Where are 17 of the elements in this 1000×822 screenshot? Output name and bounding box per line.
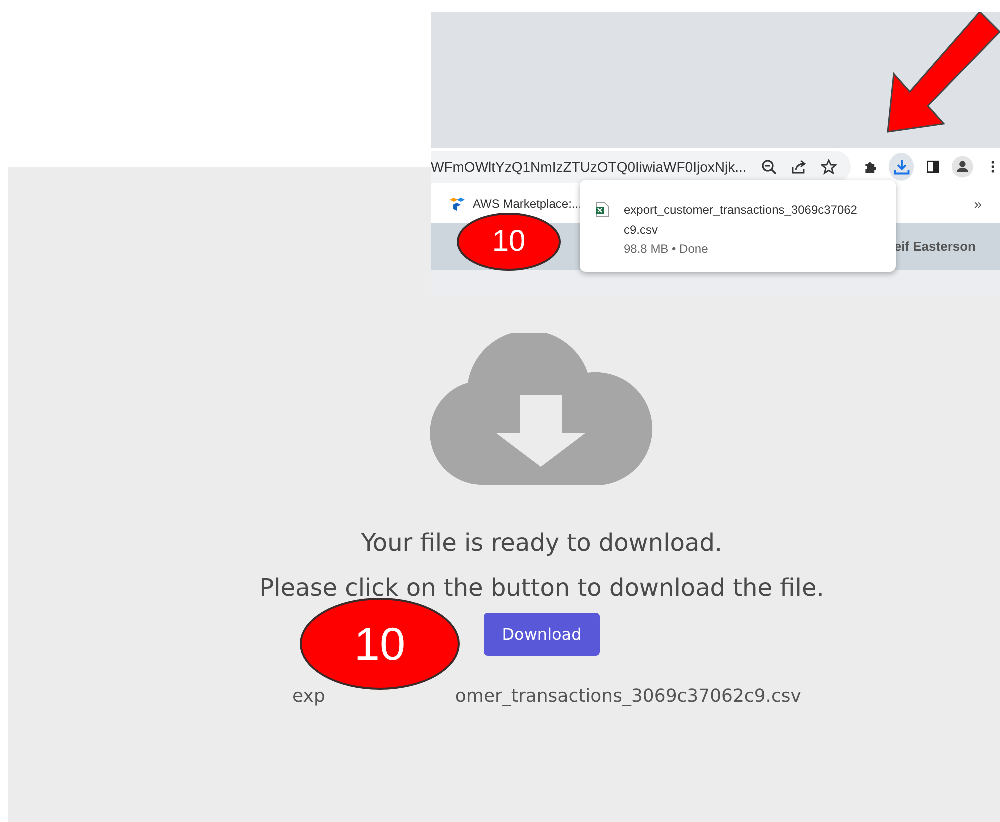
share-icon[interactable]	[790, 158, 807, 174]
url-text: WFmOWltYzQ1NmIzZTUzOTQ0IiwiaWF0IjoxNjk...	[431, 158, 747, 174]
ready-message: Your file is ready to download.	[361, 528, 723, 559]
side-panel-icon[interactable]	[926, 158, 940, 174]
download-button[interactable]: Download	[484, 613, 600, 656]
download-icon	[892, 158, 911, 176]
download-status: 98.8 MB • Done	[624, 241, 710, 258]
more-bookmarks-chevron[interactable]: »	[974, 196, 982, 212]
zoom-icon[interactable]	[760, 158, 777, 174]
bookmark-item[interactable]: AWS Marketplace:...	[449, 196, 582, 212]
downloaded-file-name[interactable]: export_customer_transactions_3069c37062c9.csv	[624, 200, 860, 240]
address-bar[interactable]: WFmOWltYzQ1NmIzZTUzOTQ0IiwiaWF0IjoxNjk...	[431, 150, 851, 182]
profile-icon[interactable]	[952, 154, 974, 178]
cubes-logo-icon	[449, 196, 465, 212]
downloads-button[interactable]	[889, 152, 914, 180]
star-icon[interactable]	[820, 158, 837, 174]
spreadsheet-file-icon	[596, 202, 610, 218]
